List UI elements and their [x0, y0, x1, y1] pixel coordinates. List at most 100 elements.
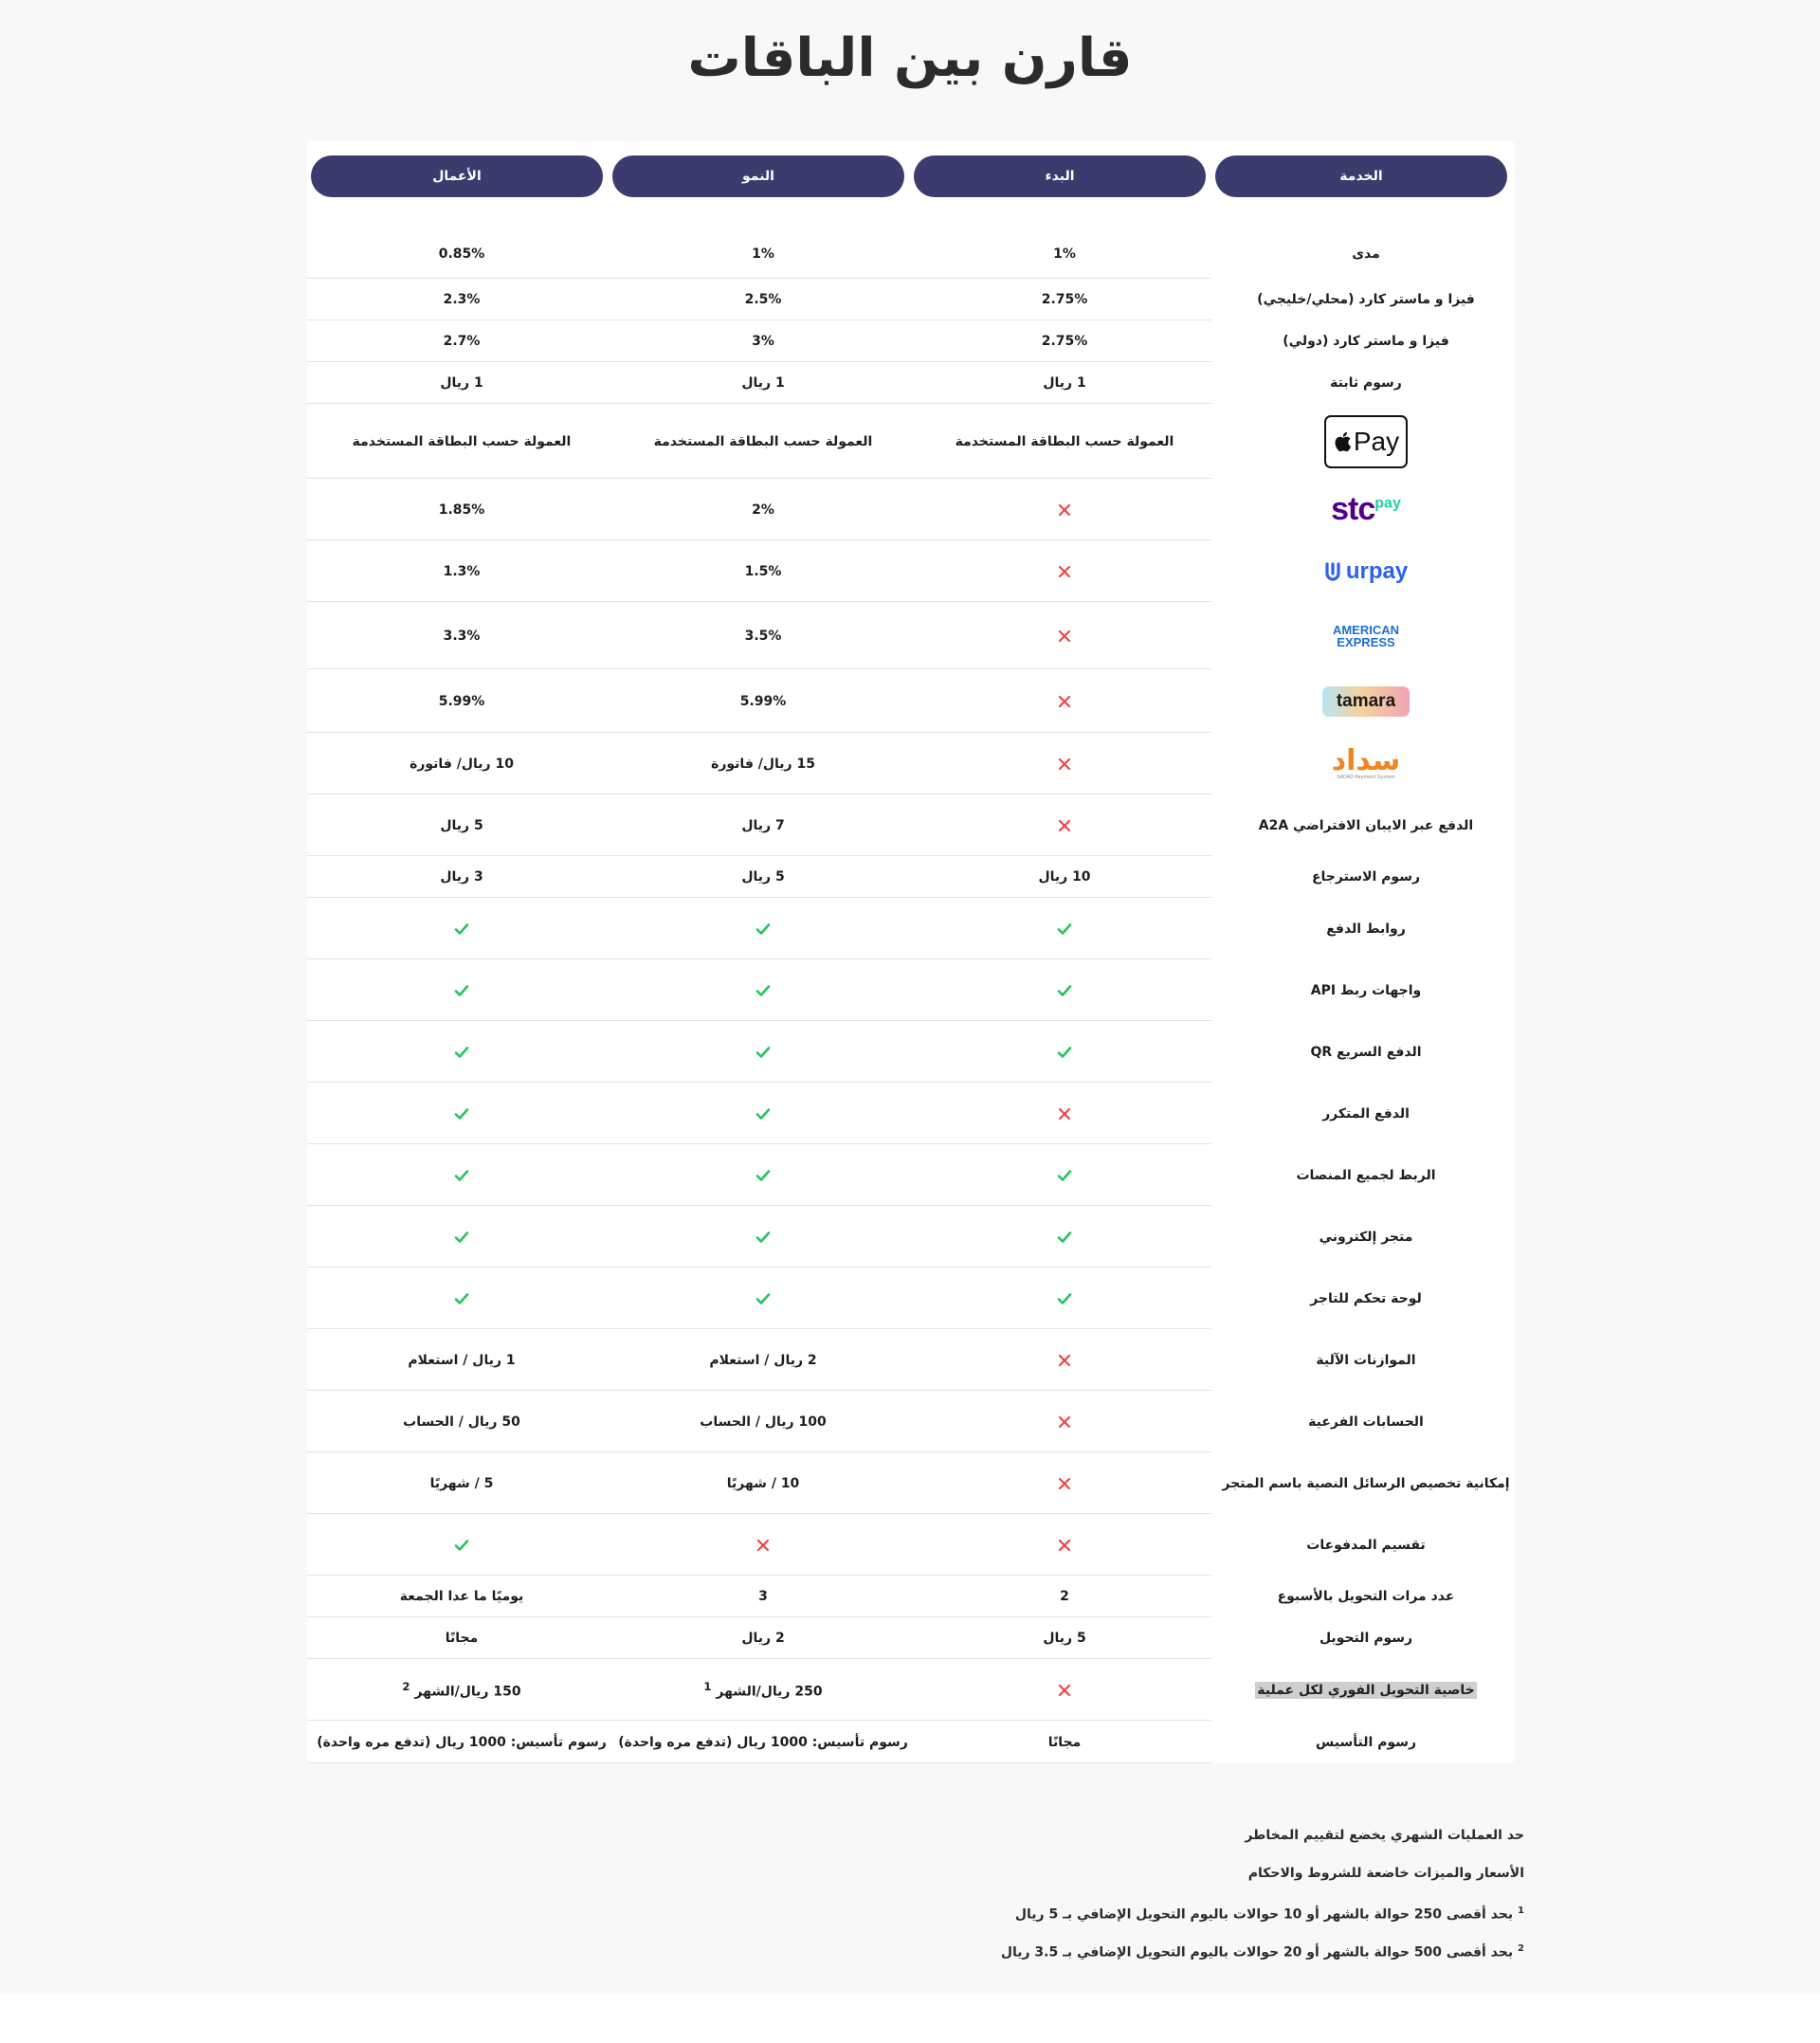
cross-icon: [1058, 695, 1071, 707]
check-icon: [755, 1169, 771, 1181]
note-risk: حد العمليات الشهري يخضع لتقييم المخاطر: [1245, 1828, 1524, 1843]
cell-growth: 7 ريال: [612, 794, 914, 856]
cell-growth: 3.5%: [612, 602, 914, 669]
cell-business: 2.7%: [311, 320, 612, 362]
cell-business: رسوم تأسيس: 1000 ريال (تدفع مره واحدة): [311, 1721, 612, 1763]
cell-growth: العمولة حسب البطاقة المستخدمة: [612, 404, 914, 479]
cell-value: 1 ريال: [1043, 375, 1086, 391]
cell-business: العمولة حسب البطاقة المستخدمة: [311, 404, 612, 479]
table-row: لوحة تحكم للتاجر: [307, 1268, 1514, 1329]
cell-value: 1%: [1053, 246, 1076, 262]
cell-growth: 10 / شهريًا: [612, 1452, 914, 1514]
cell-business: [311, 898, 612, 959]
cell-start: 2.75%: [914, 320, 1215, 362]
row-label: متجر إلكتروني: [1319, 1229, 1413, 1245]
table-row: رسوم التحويل 5 ريال 2 ريال مجانًا: [307, 1617, 1514, 1659]
cell-start: [914, 1452, 1215, 1514]
table-row: الحسابات الفرعية 100 ريال / الحساب 50 ريال…: [307, 1391, 1514, 1452]
tamara-logo: tamara: [1322, 685, 1410, 717]
cell-value: العمولة حسب البطاقة المستخدمة: [352, 433, 572, 449]
cell-start: [914, 1329, 1215, 1391]
cell-growth: 2 ريال / استعلام: [612, 1329, 914, 1391]
cell-start: العمولة حسب البطاقة المستخدمة: [914, 404, 1215, 479]
check-icon: [1057, 984, 1072, 996]
row-label: تقسيم المدفوعات: [1306, 1537, 1426, 1553]
cell-start: [914, 794, 1215, 856]
cell-start: [914, 479, 1215, 540]
cell-service: الحسابات الفرعية: [1215, 1391, 1517, 1452]
cross-icon: [756, 1539, 770, 1551]
cell-value: مجانًا: [1047, 1734, 1082, 1750]
cell-value: رسوم تأسيس: 1000 ريال (تدفع مره واحدة): [317, 1734, 607, 1750]
table-row: الدفع عبر الايبان الافتراضي A2A 7 ريال 5 ر…: [307, 794, 1514, 856]
table-row: stcpay 2% 1.85%: [307, 479, 1514, 540]
cell-service: فيزا و ماستر كارد (دولي): [1215, 320, 1517, 362]
check-icon: [755, 1292, 771, 1304]
table-row: فيزا و ماستر كارد (محلي/خليجي) 2.75% 2.5% 2…: [307, 279, 1514, 320]
row-label: الموازنات الآلية: [1316, 1352, 1416, 1368]
cell-service: الدفع السريع QR: [1215, 1021, 1517, 1083]
cell-value: 15 ريال/ فاتورة: [711, 756, 815, 772]
header-growth-plan: النمو: [612, 155, 904, 197]
check-icon: [454, 1169, 469, 1181]
cell-start: [914, 1268, 1215, 1329]
cell-service: tamara: [1215, 669, 1517, 733]
cell-growth: 250 ريال/الشهر 1: [612, 1659, 914, 1721]
cell-value: 5 ريال: [440, 817, 483, 833]
check-icon: [454, 922, 469, 935]
row-label: روابط الدفع: [1326, 921, 1406, 937]
cell-value: 2: [1060, 1589, 1069, 1604]
row-label: الدفع السريع QR: [1310, 1044, 1422, 1060]
row-label: مدى: [1352, 246, 1380, 262]
cell-business: 2.3%: [311, 279, 612, 320]
check-icon: [454, 1046, 469, 1058]
cell-service: روابط الدفع: [1215, 898, 1517, 959]
cell-business: 1.85%: [311, 479, 612, 540]
cell-service: الدفع عبر الايبان الافتراضي A2A: [1215, 794, 1517, 856]
check-icon: [1057, 1046, 1072, 1058]
cell-value: 5.99%: [438, 693, 485, 709]
table-row: متجر إلكتروني: [307, 1206, 1514, 1268]
cell-service: تقسيم المدفوعات: [1215, 1514, 1517, 1576]
cell-business: 150 ريال/الشهر 2: [311, 1659, 612, 1721]
cell-start: [914, 1659, 1215, 1721]
cell-growth: 15 ريال/ فاتورة: [612, 733, 914, 794]
cell-service: الدفع المتكرر: [1215, 1083, 1517, 1144]
cell-business: [311, 1268, 612, 1329]
cell-growth: 2%: [612, 479, 914, 540]
page-title: قارن بين الباقات: [687, 27, 1133, 89]
cell-value: 1%: [752, 246, 774, 262]
cell-value: 1.85%: [438, 502, 485, 518]
cross-icon: [1058, 1684, 1071, 1696]
table-row: عدد مرات التحويل بالأسبوع 2 3 يوميًا ما عدا…: [307, 1576, 1514, 1617]
table-row: AMERICAN EXPRESS 3.5% 3.3%: [307, 602, 1514, 669]
cell-business: [311, 1021, 612, 1083]
cell-business: 0.85%: [311, 228, 612, 279]
cell-value: 10 ريال: [1038, 869, 1091, 885]
cell-value: 250 ريال/الشهر: [716, 1684, 823, 1700]
cell-value: 1 ريال: [440, 375, 483, 391]
cross-icon: [1058, 1539, 1071, 1551]
cell-service: الربط لجميع المنصات: [1215, 1144, 1517, 1206]
cell-growth: [612, 898, 914, 959]
row-label: رسوم الاسترجاع: [1311, 869, 1421, 885]
check-icon: [454, 1231, 469, 1243]
cell-start: 10 ريال: [914, 856, 1215, 898]
cell-start: [914, 540, 1215, 602]
cell-value: 2.3%: [443, 292, 481, 307]
cell-business: مجانًا: [311, 1617, 612, 1659]
check-icon: [755, 984, 771, 996]
cell-business: [311, 1206, 612, 1268]
cell-value: 1.5%: [744, 563, 782, 579]
cell-value: 5 ريال: [741, 869, 785, 885]
cell-business: 10 ريال/ فاتورة: [311, 733, 612, 794]
cell-value: 150 ريال/الشهر: [414, 1684, 521, 1700]
cell-value: 5 / شهريًا: [429, 1475, 494, 1491]
cell-value: يوميًا ما عدا الجمعة: [399, 1589, 524, 1604]
cell-start: [914, 733, 1215, 794]
american-express-logo: AMERICAN EXPRESS: [1332, 622, 1400, 649]
row-label: عدد مرات التحويل بالأسبوع: [1277, 1589, 1455, 1604]
cell-value: 7 ريال: [741, 817, 785, 833]
cell-value: 1.3%: [443, 563, 481, 579]
cell-service: رسوم ثابتة: [1215, 362, 1517, 404]
